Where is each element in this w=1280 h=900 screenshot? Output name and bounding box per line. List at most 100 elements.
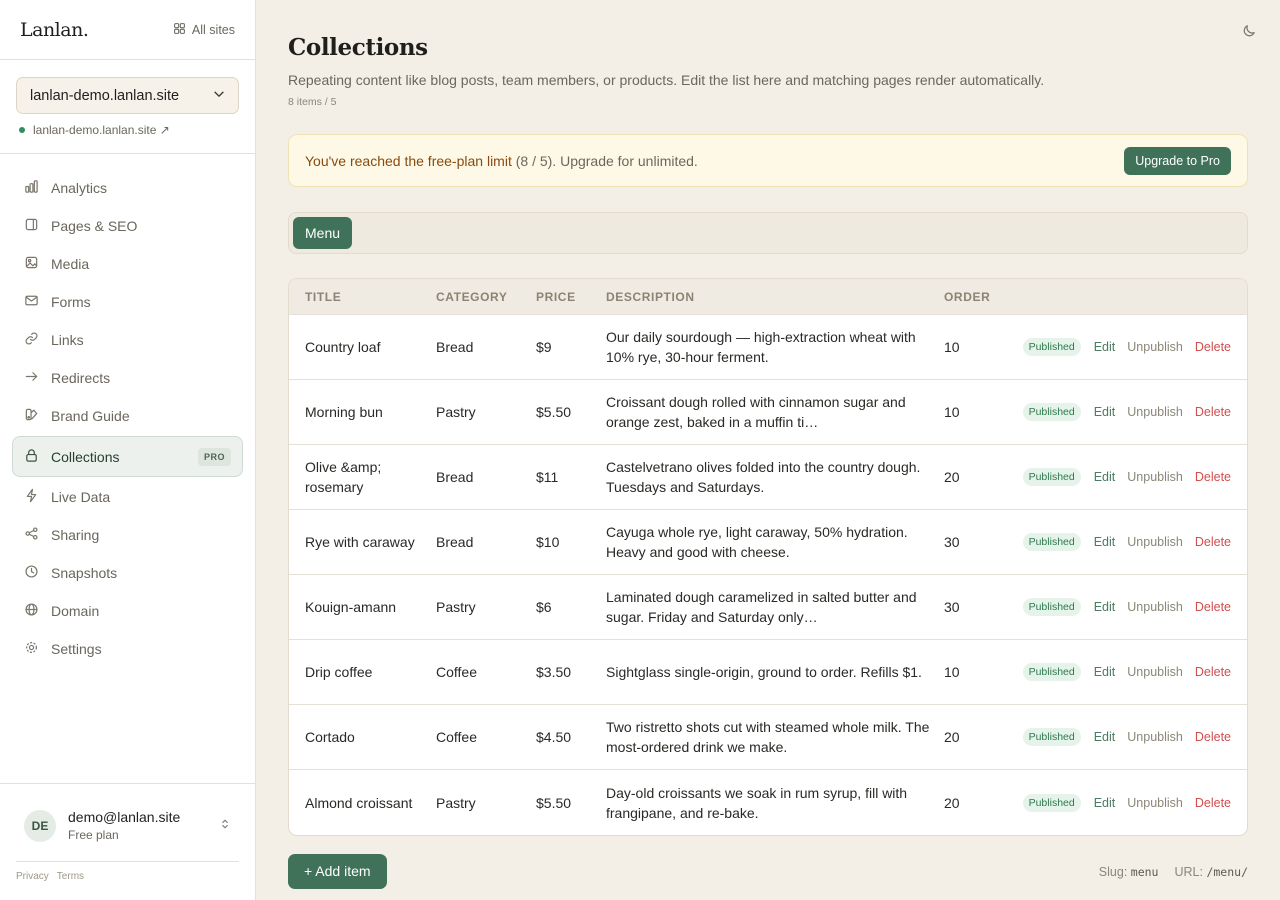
- delete-button[interactable]: Delete: [1195, 796, 1231, 810]
- slug-value: menu: [1130, 864, 1159, 879]
- url-value: /menu/: [1206, 864, 1248, 879]
- cell-title: Almond croissant: [305, 794, 413, 811]
- unpublish-button[interactable]: Unpublish: [1127, 600, 1183, 614]
- sidebar-item-live-data[interactable]: Live Data: [12, 478, 243, 516]
- sidebar-item-redirects[interactable]: Redirects: [12, 359, 243, 397]
- delete-button[interactable]: Delete: [1195, 470, 1231, 484]
- edit-button[interactable]: Edit: [1094, 730, 1116, 744]
- sidebar-item-forms[interactable]: Forms: [12, 283, 243, 321]
- status-badge: Published: [1022, 403, 1081, 421]
- edit-button[interactable]: Edit: [1094, 340, 1116, 354]
- sidebar-item-label: Brand Guide: [51, 408, 130, 424]
- cell-description: Castelvetrano olives folded into the cou…: [606, 459, 921, 495]
- lock-icon: [24, 448, 39, 466]
- row-actions: Published Edit Unpublish Delete: [1020, 468, 1247, 486]
- delete-button[interactable]: Delete: [1195, 405, 1231, 419]
- row-actions: Published Edit Unpublish Delete: [1020, 598, 1247, 616]
- item-count: 8 items / 5: [288, 96, 337, 108]
- delete-button[interactable]: Delete: [1195, 600, 1231, 614]
- edit-button[interactable]: Edit: [1094, 470, 1116, 484]
- sidebar-item-label: Pages & SEO: [51, 218, 138, 234]
- terms-link[interactable]: Terms: [57, 871, 84, 882]
- privacy-link[interactable]: Privacy: [16, 871, 49, 882]
- delete-button[interactable]: Delete: [1195, 730, 1231, 744]
- cell-description: Sightglass single-origin, ground to orde…: [606, 664, 922, 680]
- site-select[interactable]: lanlan-demo.lanlan.site: [16, 77, 239, 114]
- row-actions: Published Edit Unpublish Delete: [1020, 338, 1247, 356]
- table-row: Country loaf Bread $9 Our daily sourdough —…: [289, 315, 1247, 380]
- status-badge: Published: [1022, 728, 1081, 746]
- sidebar-item-snapshots[interactable]: Snapshots: [12, 554, 243, 592]
- url-label: URL:: [1174, 864, 1203, 879]
- chevron-up-down-icon: [219, 817, 231, 835]
- sidebar-nav: Analytics Pages & SEO Media Forms Links …: [0, 154, 255, 668]
- upgrade-button[interactable]: Upgrade to Pro: [1124, 146, 1231, 175]
- unpublish-button[interactable]: Unpublish: [1127, 665, 1183, 679]
- row-actions: Published Edit Unpublish Delete: [1020, 793, 1247, 812]
- user-plan: Free plan: [68, 828, 119, 842]
- unpublish-button[interactable]: Unpublish: [1127, 730, 1183, 744]
- cell-price: $9: [536, 339, 552, 355]
- cell-category: Bread: [436, 339, 474, 355]
- edit-button[interactable]: Edit: [1094, 600, 1116, 614]
- status-badge: Published: [1022, 598, 1081, 616]
- cell-category: Pastry: [436, 599, 476, 615]
- sidebar-item-label: Domain: [51, 603, 100, 619]
- all-sites-link[interactable]: All sites: [173, 22, 235, 38]
- sidebar: Lanlan. All sites lanlan-demo.lanlan.sit…: [0, 0, 256, 900]
- unpublish-button[interactable]: Unpublish: [1127, 535, 1183, 549]
- edit-button[interactable]: Edit: [1094, 535, 1116, 549]
- sidebar-item-label: Sharing: [51, 527, 100, 543]
- sidebar-item-sharing[interactable]: Sharing: [12, 516, 243, 554]
- cell-order: 20: [944, 729, 960, 745]
- cell-price: $6: [536, 599, 552, 615]
- sidebar-item-domain[interactable]: Domain: [12, 592, 243, 630]
- link-icon: [24, 331, 39, 349]
- table-row: Almond croissant Pastry $5.50 Day-old crois…: [289, 770, 1247, 835]
- site-link[interactable]: lanlan-demo.lanlan.site ↗: [16, 123, 239, 137]
- account-switcher[interactable]: DE demo@lanlan.site Free plan: [0, 784, 255, 842]
- image-icon: [24, 255, 39, 273]
- table-row: Cortado Coffee $4.50 Two ristretto shots cu…: [289, 705, 1247, 770]
- chevron-down-icon: [212, 87, 226, 105]
- tab-menu[interactable]: Menu: [293, 217, 353, 249]
- cell-description: Two ristretto shots cut with steamed who…: [606, 719, 930, 755]
- sidebar-item-media[interactable]: Media: [12, 245, 243, 283]
- add-item-button[interactable]: + Add item: [288, 854, 387, 889]
- sidebar-item-analytics[interactable]: Analytics: [12, 169, 243, 207]
- cell-order: 20: [944, 794, 960, 811]
- sidebar-item-collections[interactable]: Collections PRO: [12, 436, 243, 477]
- cell-category: Pastry: [436, 794, 476, 811]
- table-row: Drip coffee Coffee $3.50 Sightglass single-…: [289, 640, 1247, 705]
- edit-button[interactable]: Edit: [1094, 796, 1116, 810]
- all-sites-label: All sites: [191, 22, 235, 37]
- limit-text-strong: You've reached the free-plan limit: [305, 152, 512, 169]
- status-badge: Published: [1022, 533, 1081, 551]
- delete-button[interactable]: Delete: [1195, 535, 1231, 549]
- unpublish-button[interactable]: Unpublish: [1127, 470, 1183, 484]
- mail-icon: [24, 293, 39, 311]
- unpublish-button[interactable]: Unpublish: [1127, 340, 1183, 354]
- sidebar-item-pages-seo[interactable]: Pages & SEO: [12, 207, 243, 245]
- column-header-order: ORDER: [944, 289, 991, 304]
- user-block: DE demo@lanlan.site Free plan Privacy Te…: [0, 783, 255, 900]
- cell-price: $3.50: [536, 664, 572, 680]
- site-link-label: lanlan-demo.lanlan.site ↗: [33, 123, 170, 137]
- unpublish-button[interactable]: Unpublish: [1127, 796, 1183, 810]
- edit-button[interactable]: Edit: [1094, 665, 1116, 679]
- delete-button[interactable]: Delete: [1195, 340, 1231, 354]
- user-email: demo@lanlan.site: [68, 809, 181, 825]
- cell-price: $5.50: [536, 404, 572, 420]
- table-row: Olive &amp; rosemary Bread $11 Castelvetran…: [289, 445, 1247, 510]
- legal-links: Privacy Terms: [16, 861, 239, 882]
- sidebar-item-settings[interactable]: Settings: [12, 630, 243, 668]
- unpublish-button[interactable]: Unpublish: [1127, 405, 1183, 419]
- sidebar-item-links[interactable]: Links: [12, 321, 243, 359]
- edit-button[interactable]: Edit: [1094, 405, 1116, 419]
- delete-button[interactable]: Delete: [1195, 665, 1231, 679]
- table-row: Kouign-amann Pastry $6 Laminated dough cara…: [289, 575, 1247, 640]
- cell-order: 10: [944, 404, 960, 420]
- bar-chart-icon: [24, 179, 39, 197]
- sidebar-item-label: Forms: [51, 294, 91, 310]
- sidebar-item-brand-guide[interactable]: Brand Guide: [12, 397, 243, 435]
